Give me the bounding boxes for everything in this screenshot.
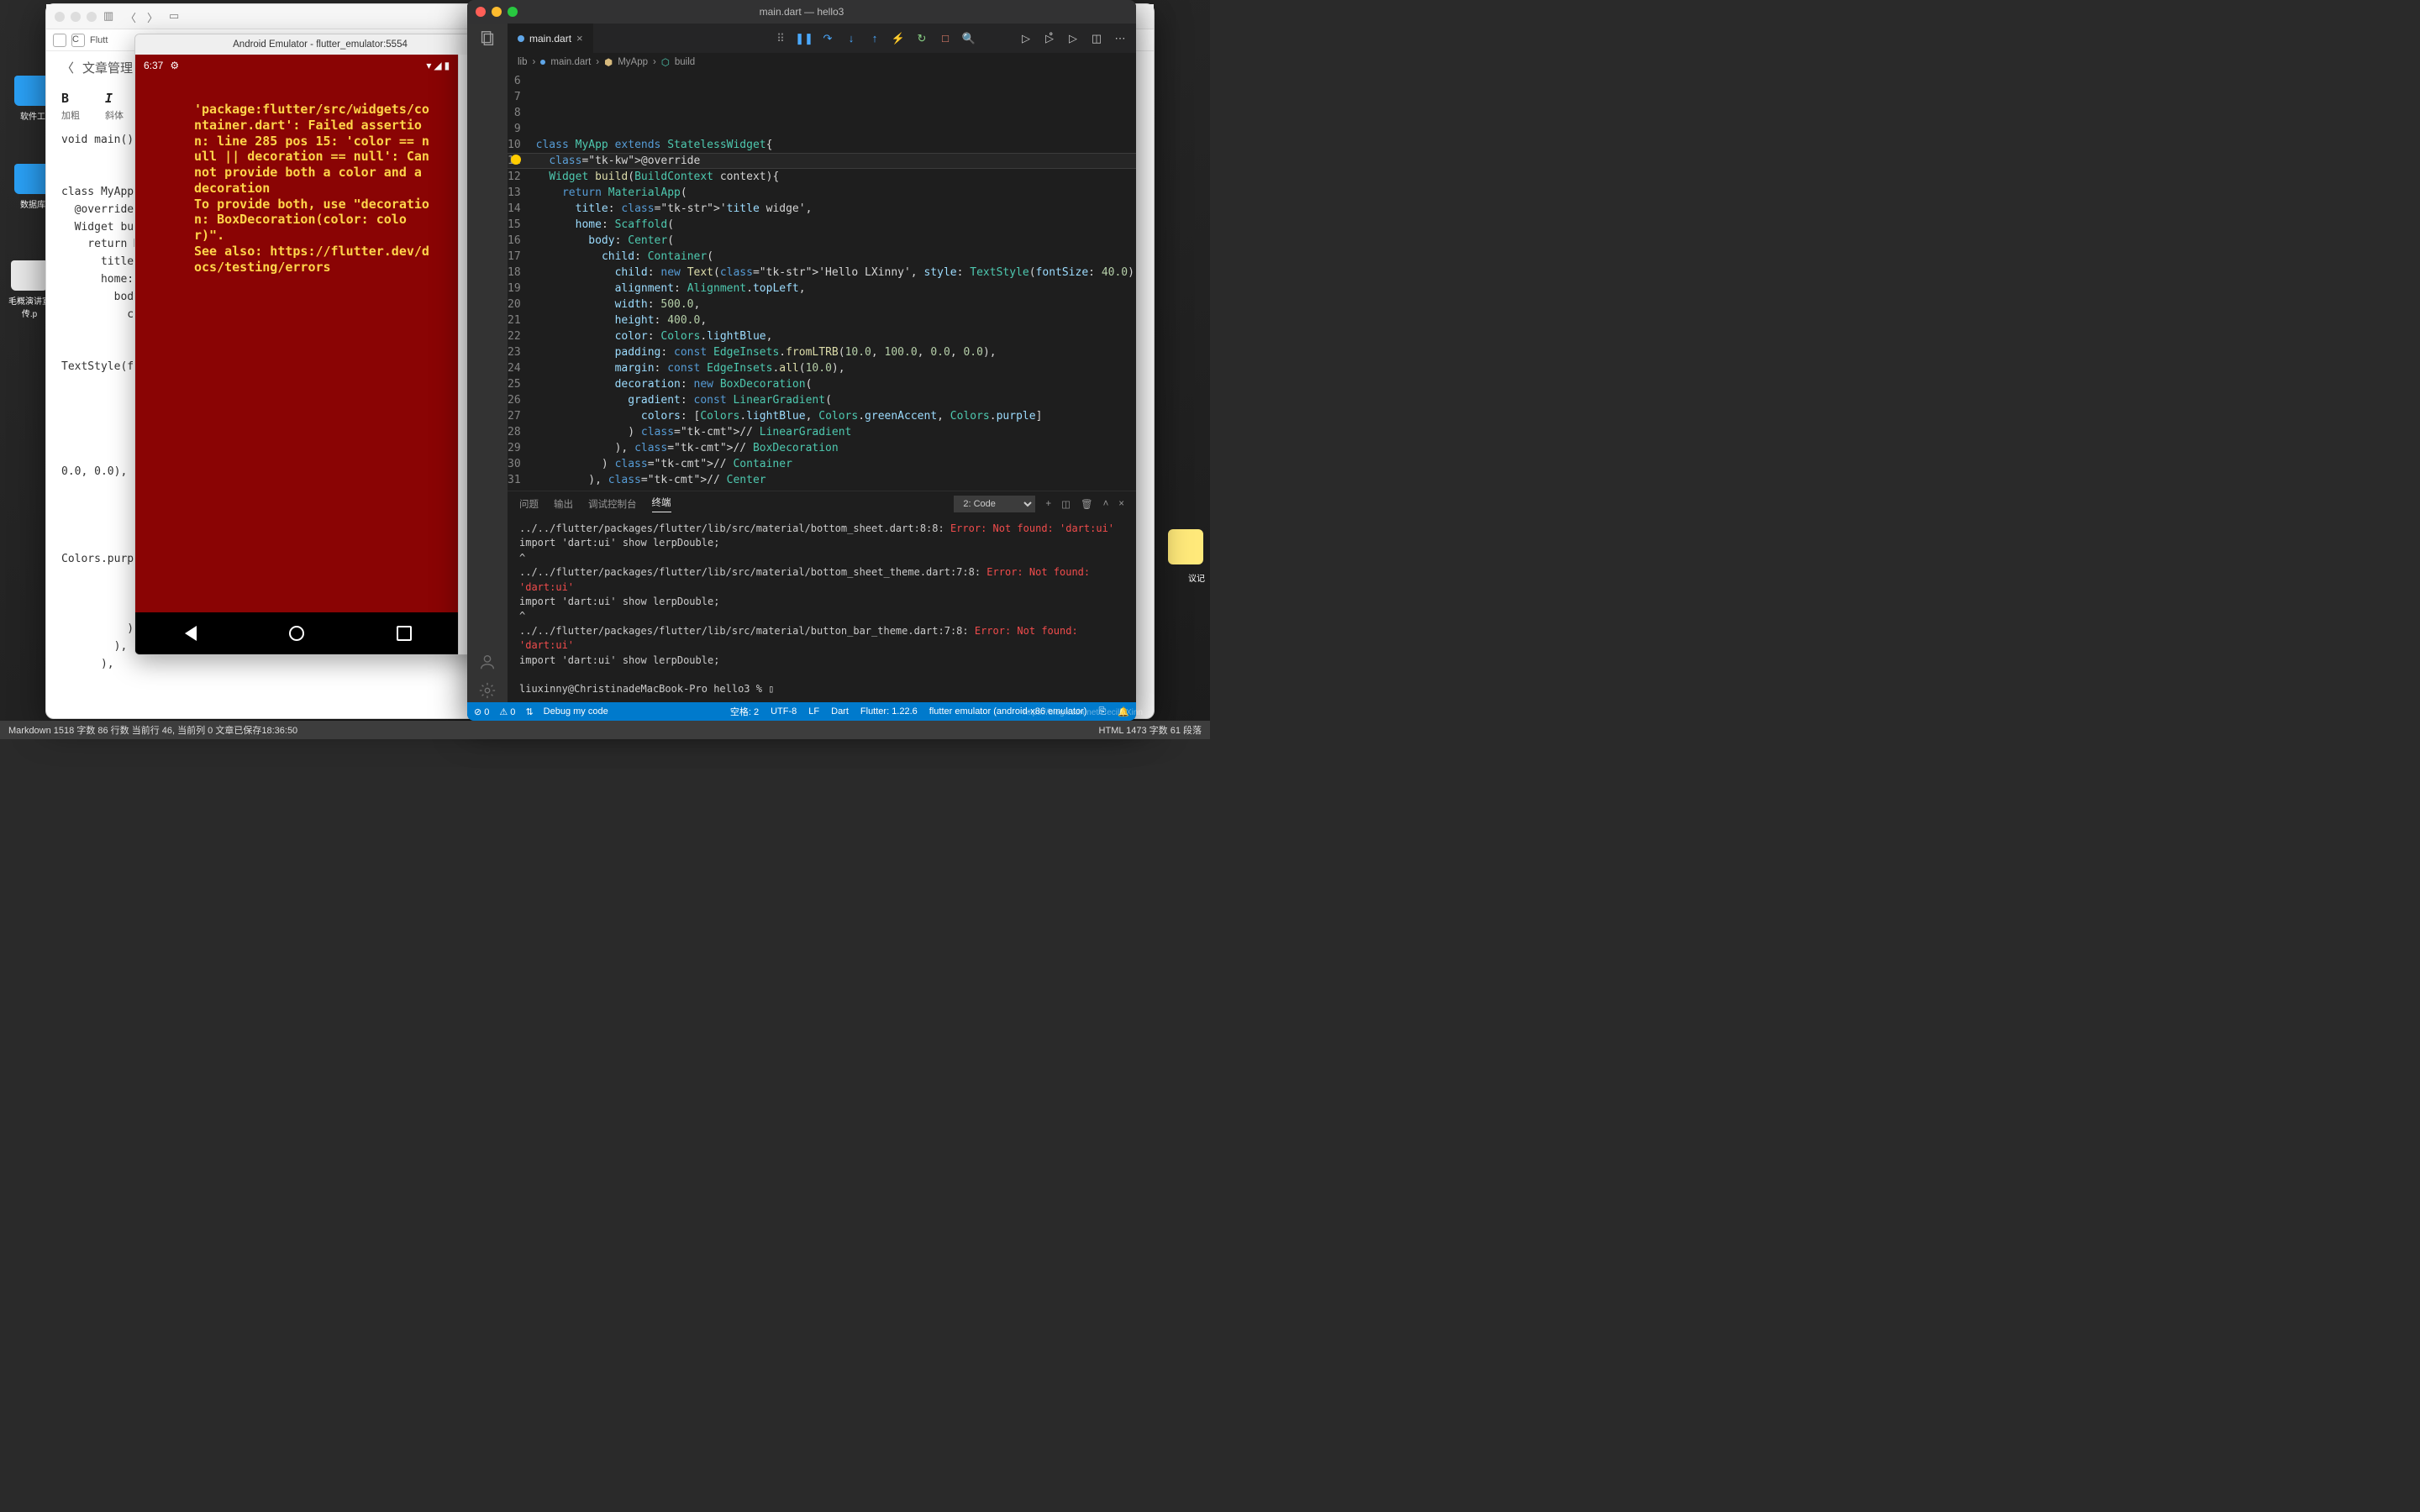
- status-warnings[interactable]: ⚠ 0: [499, 706, 515, 717]
- step-over-icon[interactable]: ↷: [820, 31, 835, 46]
- home-button[interactable]: [289, 626, 304, 641]
- line-numbers: 6789101112131415161718192021222324252627…: [508, 71, 529, 491]
- split-terminal-icon[interactable]: ◫: [1061, 498, 1071, 510]
- safari-tab[interactable]: C: [71, 34, 85, 47]
- hot-reload-icon[interactable]: ⚡: [891, 31, 906, 46]
- gear-icon[interactable]: [476, 679, 499, 702]
- status-errors[interactable]: ⊘ 0: [474, 706, 489, 717]
- sticky-label: 议记: [1188, 571, 1205, 584]
- clock: 6:37: [144, 60, 163, 71]
- terminal-select[interactable]: 2: Code: [954, 496, 1035, 512]
- status-eol[interactable]: LF: [808, 705, 819, 718]
- chevron-up-icon[interactable]: ˄: [1103, 499, 1109, 509]
- inspect-icon[interactable]: 🔍: [961, 31, 976, 46]
- drag-icon[interactable]: ⠿: [773, 31, 788, 46]
- step-out-icon[interactable]: ↑: [867, 31, 882, 46]
- watermark: https://blog.csdn.net/CeciliaXinn: [1023, 708, 1143, 717]
- android-status-bar: 6:37 ⚙ ▾ ◢ ▮: [135, 55, 458, 76]
- editor-tabs: main.dart × ⠿ ❚❚ ↷ ↓ ↑ ⚡ ↻ □ 🔍 ▷: [508, 24, 1136, 53]
- document-status-bar: Markdown 1518 字数 86 行数 当前行 46, 当前列 0 文章已…: [0, 721, 1210, 739]
- code-editor[interactable]: 6789101112131415161718192021222324252627…: [508, 71, 1136, 491]
- explorer-icon[interactable]: [476, 27, 499, 50]
- sticky-note[interactable]: [1168, 529, 1203, 564]
- panel-tab-output[interactable]: 输出: [554, 497, 573, 511]
- vscode-titlebar: main.dart — hello3: [467, 0, 1136, 24]
- status-port[interactable]: ⇅: [525, 706, 533, 717]
- status-spaces[interactable]: 空格: 2: [730, 705, 759, 718]
- bottom-panel: 问题 输出 调试控制台 终端 2: Code + ◫ 🗑 ˄ ×: [508, 491, 1136, 702]
- lightbulb-icon[interactable]: [511, 155, 521, 165]
- play-icon[interactable]: ▷: [1065, 31, 1081, 46]
- emulator-window: Android Emulator - flutter_emulator:5554…: [134, 34, 506, 655]
- tab-icon: C: [71, 34, 85, 47]
- overview-button[interactable]: [397, 626, 412, 641]
- back-button[interactable]: [182, 626, 197, 641]
- device-screen[interactable]: 6:37 ⚙ ▾ ◢ ▮ 'package:flutter/src/widget…: [135, 55, 458, 654]
- sidebar-icon[interactable]: ▥: [103, 9, 118, 24]
- android-nav-bar: [135, 612, 458, 654]
- bookmark-icon[interactable]: ▭: [169, 9, 184, 24]
- bold-button[interactable]: B加粗: [61, 88, 80, 123]
- error-text: 'package:flutter/src/widgets/container.d…: [194, 102, 436, 275]
- emulator-titlebar: Android Emulator - flutter_emulator:5554…: [135, 34, 505, 55]
- desktop-background: 软件工 数据库 毛概演讲宣传.p 议记 ▥ 〈 〉 ▭ 🔒 edit C Flu…: [0, 0, 1210, 739]
- panel-tab-debug[interactable]: 调试控制台: [588, 497, 637, 511]
- breadcrumb-title: 文章管理: [82, 58, 133, 78]
- code-content[interactable]: class MyApp extends StatelessWidget{ cla…: [529, 71, 1136, 491]
- tab-icon: [53, 34, 66, 47]
- file-icon: [11, 260, 48, 291]
- dart-file-icon: [518, 35, 524, 42]
- pause-icon[interactable]: ❚❚: [797, 31, 812, 46]
- panel-tab-terminal[interactable]: 终端: [652, 496, 671, 512]
- breadcrumb-back[interactable]: 〈: [61, 58, 74, 78]
- activity-bar: [467, 24, 508, 702]
- trash-icon[interactable]: 🗑: [1081, 498, 1093, 510]
- more-icon[interactable]: ⋯: [1113, 31, 1128, 46]
- new-terminal-icon[interactable]: +: [1045, 499, 1051, 509]
- panel-tab-problems[interactable]: 问题: [519, 497, 539, 511]
- window-traffic-lights[interactable]: [476, 7, 518, 17]
- close-icon[interactable]: ×: [576, 32, 583, 45]
- panel-tabs: 问题 输出 调试控制台 终端 2: Code + ◫ 🗑 ˄ ×: [508, 491, 1136, 517]
- account-icon[interactable]: [476, 650, 499, 674]
- gear-icon: ⚙: [170, 60, 179, 71]
- restart-icon[interactable]: ↻: [914, 31, 929, 46]
- breadcrumb[interactable]: lib› main.dart› ⬢MyApp› ⬡build: [508, 53, 1136, 71]
- status-debug[interactable]: Debug my code: [544, 706, 608, 717]
- battery-icon: ▮: [445, 60, 450, 71]
- debug-icon[interactable]: ▷̊: [1042, 31, 1057, 46]
- italic-button[interactable]: I斜体: [105, 88, 124, 123]
- status-flutter[interactable]: Flutter: 1.22.6: [860, 705, 918, 718]
- app-error-screen: 'package:flutter/src/widgets/container.d…: [135, 76, 458, 612]
- back-icon[interactable]: 〈: [125, 9, 140, 24]
- editor-tab[interactable]: main.dart ×: [508, 24, 594, 53]
- terminal-output[interactable]: ../../flutter/packages/flutter/lib/src/m…: [508, 517, 1136, 702]
- step-into-icon[interactable]: ↓: [844, 31, 859, 46]
- status-lang[interactable]: Dart: [831, 705, 849, 718]
- safari-tab[interactable]: [53, 34, 66, 47]
- current-line-highlight: [508, 153, 1136, 169]
- forward-icon[interactable]: 〉: [147, 9, 162, 24]
- wifi-icon: ▾: [426, 60, 431, 71]
- status-encoding[interactable]: UTF-8: [771, 705, 797, 718]
- close-icon[interactable]: ×: [1118, 499, 1124, 509]
- stop-icon[interactable]: □: [938, 31, 953, 46]
- signal-icon: ◢: [434, 60, 441, 71]
- safari-tab[interactable]: Flutt: [90, 35, 108, 45]
- vscode-window: main.dart — hello3 main.dart × ⠿: [467, 0, 1136, 721]
- window-traffic-lights[interactable]: [55, 12, 97, 22]
- run-icon[interactable]: ▷: [1018, 31, 1034, 46]
- split-icon[interactable]: ◫: [1089, 31, 1104, 46]
